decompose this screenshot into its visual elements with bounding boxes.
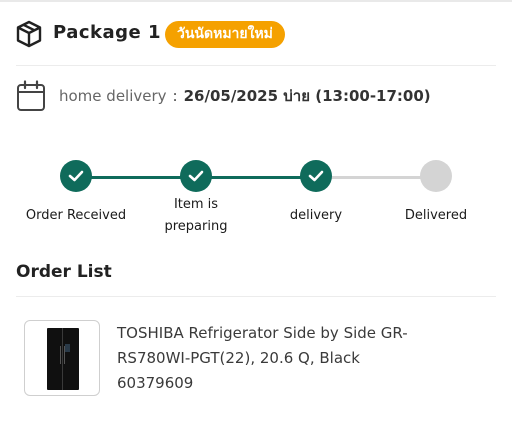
check-icon	[188, 170, 204, 182]
step-order-received	[60, 160, 92, 192]
divider	[16, 65, 496, 66]
step-label-order-received: Order Received	[25, 208, 127, 223]
refrigerator-image	[47, 328, 79, 390]
product-name[interactable]: TOSHIBA Refrigerator Side by Side GR-RS7…	[117, 321, 447, 371]
step-delivered	[420, 160, 452, 192]
step-item-preparing	[180, 160, 212, 192]
reschedule-badge: วันนัดหมายใหม่	[165, 21, 285, 48]
delivery-type: home delivery	[59, 87, 167, 105]
tracker-line-1	[76, 176, 196, 179]
step-label-delivered: Delivered	[404, 208, 468, 223]
step-label-item-preparing: Item is preparing	[164, 197, 228, 234]
order-list-title: Order List	[16, 262, 112, 282]
package-icon	[16, 20, 42, 48]
check-icon	[68, 170, 84, 182]
product-sku: 60379609	[117, 374, 194, 392]
delivery-separator: :	[172, 87, 178, 105]
divider	[16, 296, 496, 297]
delivery-info: home delivery:26/05/2025 บ่าย (13:00-17:…	[59, 84, 431, 108]
tracker-line-3	[316, 176, 436, 179]
step-label-delivery: delivery	[289, 208, 343, 223]
calendar-icon	[17, 80, 45, 111]
product-image[interactable]	[24, 320, 100, 396]
tracker-line-2	[196, 176, 316, 179]
step-delivery	[300, 160, 332, 192]
check-icon	[308, 170, 324, 182]
package-title: Package 1	[53, 22, 162, 43]
top-divider	[0, 0, 512, 2]
delivery-datetime: 26/05/2025 บ่าย (13:00-17:00)	[183, 87, 431, 105]
